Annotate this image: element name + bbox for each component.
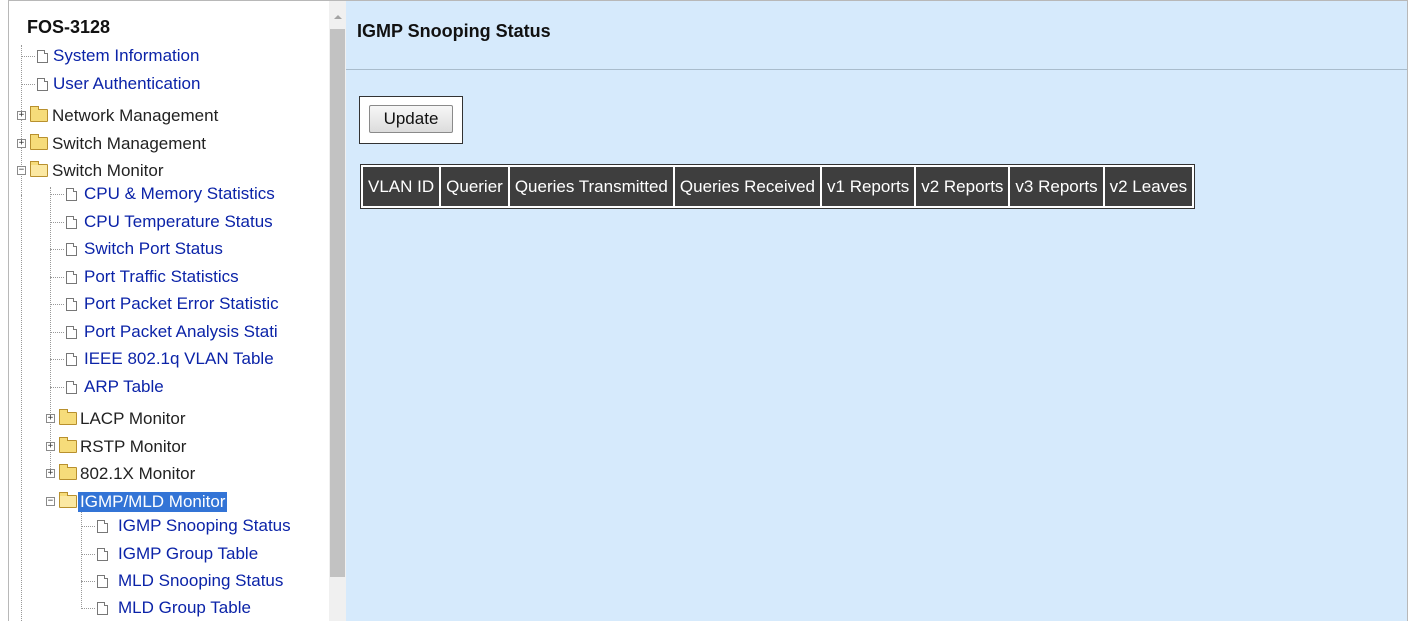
sidebar-item-label[interactable]: Port Packet Analysis Stati [84,320,278,344]
update-button[interactable]: Update [369,105,453,133]
expand-plus-icon[interactable]: + [17,139,26,148]
sidebar-item-igmp-snooping-status[interactable]: IGMP Snooping Status [81,514,329,538]
column-header-vlan-id: VLAN ID [363,167,440,206]
sidebar-item-label[interactable]: User Authentication [53,72,200,96]
tree-line [21,195,22,621]
sidebar-item-label[interactable]: ARP Table [84,375,164,399]
sidebar-item-mld-snooping-status[interactable]: MLD Snooping Status [81,569,329,593]
page-icon [66,243,77,256]
page-icon [97,602,108,615]
sidebar-item-user-authentication[interactable]: User Authentication [21,72,321,96]
folder-icon [59,409,77,425]
column-header-queries-transmitted: Queries Transmitted [509,167,673,206]
expand-plus-icon[interactable]: + [46,414,55,423]
sidebar-item-label[interactable]: CPU & Memory Statistics [84,182,275,206]
page-icon [66,271,77,284]
page-icon [37,78,48,91]
page-icon [66,353,77,366]
igmp-status-table: VLAN ID Querier Queries Transmitted Quer… [360,164,1196,209]
page-icon [97,520,108,533]
sidebar-item-label[interactable]: Port Packet Error Statistic [84,292,279,316]
page-icon [66,216,77,229]
sidebar-item-lacp-monitor[interactable]: + LACP Monitor [46,407,326,431]
sidebar-item-label[interactable]: IGMP/MLD Monitor [78,492,228,512]
collapse-minus-icon[interactable]: − [46,497,55,506]
sidebar-item-rstp-monitor[interactable]: + RSTP Monitor [46,435,326,459]
sidebar-item-network-management[interactable]: + Network Management [17,104,327,128]
column-header-queries-received: Queries Received [674,167,821,206]
collapse-minus-icon[interactable]: − [17,166,26,175]
sidebar-item-label[interactable]: IGMP Snooping Status [118,514,291,538]
folder-open-icon [30,161,48,177]
page-icon [66,381,77,394]
sidebar-item-switch-port-status[interactable]: Switch Port Status [50,237,329,261]
sidebar-item-cpu-memory-statistics[interactable]: CPU & Memory Statistics [50,182,329,206]
page-icon [66,188,77,201]
page-icon [66,298,77,311]
sidebar-item-igmp-mld-monitor[interactable]: − IGMP/MLD Monitor [46,490,326,514]
page-icon [97,575,108,588]
sidebar-item-label[interactable]: Port Traffic Statistics [84,265,239,289]
column-header-v3-reports: v3 Reports [1010,167,1103,206]
table-header-row: VLAN ID Querier Queries Transmitted Quer… [363,167,1193,206]
page-icon [66,326,77,339]
divider [346,69,1407,70]
sidebar-item-label[interactable]: LACP Monitor [80,407,186,431]
column-header-v2-reports: v2 Reports [916,167,1009,206]
sidebar-item-arp-table[interactable]: ARP Table [50,375,329,399]
folder-open-icon [59,492,77,508]
sidebar-item-label[interactable]: Network Management [52,104,218,128]
sidebar-item-802-1x-monitor[interactable]: + 802.1X Monitor [46,462,326,486]
scroll-thumb[interactable] [330,29,345,577]
sidebar-item-label[interactable]: RSTP Monitor [80,435,186,459]
sidebar-item-label[interactable]: Switch Port Status [84,237,223,261]
sidebar-item-label[interactable]: Switch Monitor [52,159,163,183]
sidebar-item-label[interactable]: MLD Group Table [118,596,251,620]
page-title: IGMP Snooping Status [357,21,551,41]
page-icon [97,548,108,561]
main-panel: IGMP Snooping Status Update VLAN ID Quer… [346,1,1407,621]
expand-plus-icon[interactable]: + [17,111,26,120]
page-icon [37,50,48,63]
sidebar-item-label[interactable]: System Information [53,44,199,68]
folder-icon [30,106,48,122]
sidebar-item-mld-group-table[interactable]: MLD Group Table [81,596,329,620]
folder-icon [59,437,77,453]
device-title: FOS-3128 [27,17,111,37]
column-header-v1-reports: v1 Reports [822,167,915,206]
sidebar-item-label[interactable]: IEEE 802.1q VLAN Table [84,347,274,371]
update-button-frame: Update [359,96,463,144]
folder-icon [59,464,77,480]
sidebar-item-port-packet-error-statistic[interactable]: Port Packet Error Statistic [50,292,329,316]
sidebar-item-system-information[interactable]: System Information [21,44,321,68]
expand-plus-icon[interactable]: + [46,442,55,451]
column-header-v2-leaves: v2 Leaves [1104,167,1193,206]
sidebar-scrollbar[interactable] [329,1,346,621]
folder-icon [30,134,48,150]
sidebar-item-label[interactable]: Switch Management [52,132,206,156]
sidebar-item-switch-management[interactable]: + Switch Management [17,132,327,156]
scroll-up-arrow-icon[interactable] [334,15,342,19]
sidebar-item-port-traffic-statistics[interactable]: Port Traffic Statistics [50,265,329,289]
sidebar-item-switch-monitor[interactable]: − Switch Monitor [17,159,327,183]
sidebar-tree: FOS-3128 System Information User Authent… [9,1,329,621]
sidebar-item-label[interactable]: CPU Temperature Status [84,210,273,234]
column-header-querier: Querier [441,167,508,206]
sidebar-item-label[interactable]: MLD Snooping Status [118,569,283,593]
sidebar-item-label[interactable]: IGMP Group Table [118,542,258,566]
sidebar-item-igmp-group-table[interactable]: IGMP Group Table [81,542,329,566]
sidebar-item-label[interactable]: 802.1X Monitor [80,462,195,486]
expand-plus-icon[interactable]: + [46,469,55,478]
sidebar-item-port-packet-analysis-stati[interactable]: Port Packet Analysis Stati [50,320,329,344]
sidebar-item-ieee-802-1q-vlan-table[interactable]: IEEE 802.1q VLAN Table [50,347,329,371]
sidebar-item-cpu-temperature-status[interactable]: CPU Temperature Status [50,210,329,234]
